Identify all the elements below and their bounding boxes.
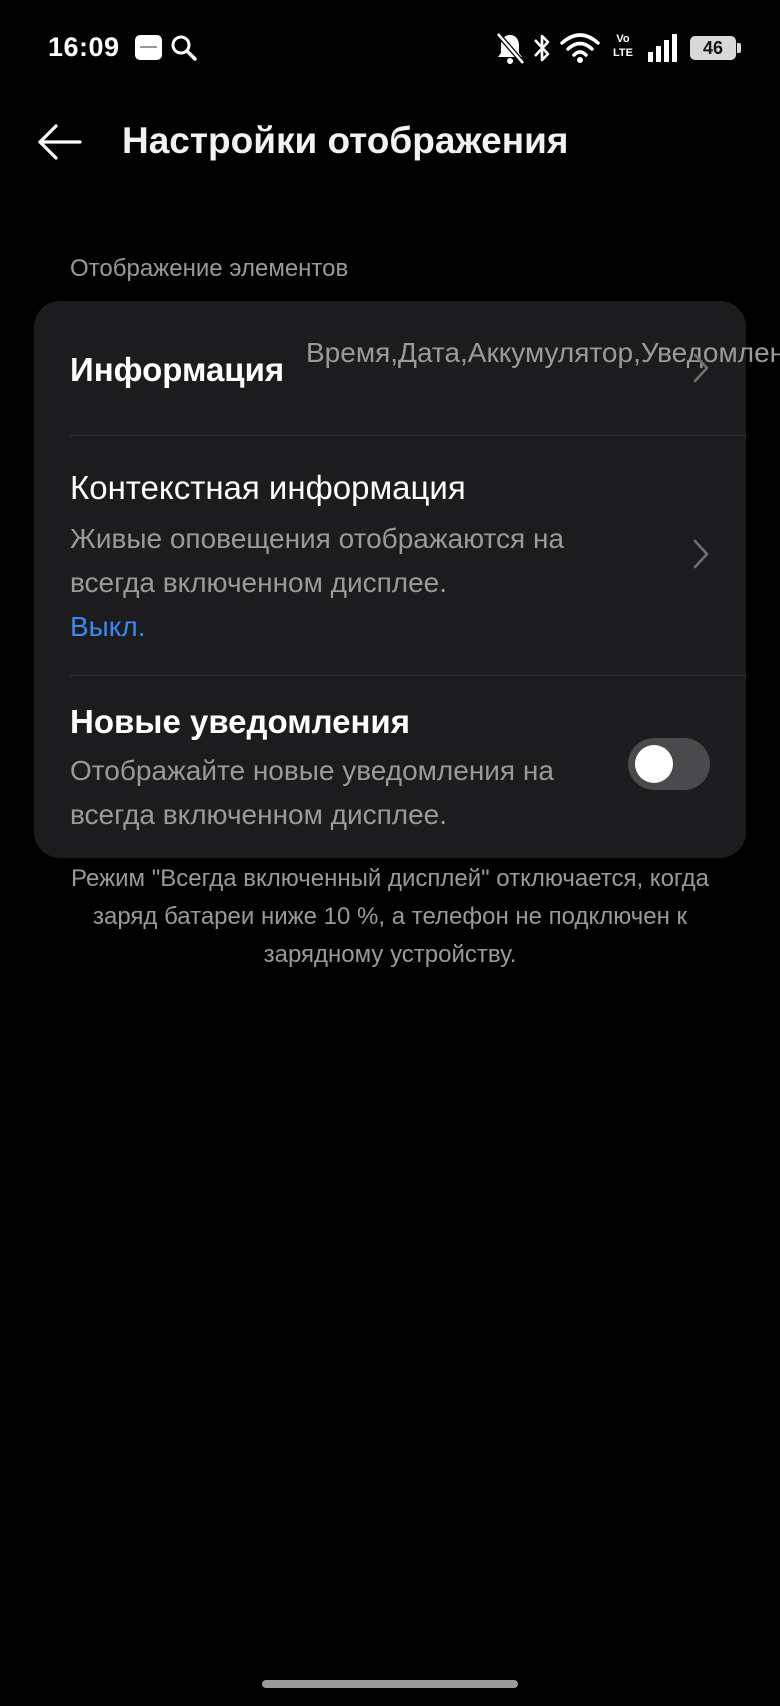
context-info-description: Живые оповещения отображаются на всегда … — [70, 523, 565, 598]
signal-strength-icon — [648, 34, 677, 62]
settings-card: Информация Время,Дата,Аккумулятор,Уведом… — [34, 301, 780, 858]
battery-footnote: Режим "Всегда включенный дисплей" отключ… — [71, 865, 709, 968]
info-value: Время,Дата,Аккумулятор,Уведомления — [306, 337, 780, 368]
chevron-right-icon — [693, 353, 709, 383]
new-notifications-title: Новые уведомления — [70, 703, 410, 740]
new-notifications-toggle[interactable] — [628, 738, 710, 790]
bell-muted-icon — [496, 32, 525, 65]
info-row[interactable]: Информация Время,Дата,Аккумулятор,Уведом… — [34, 301, 780, 435]
volte-indicator: Vo LTE — [608, 32, 638, 60]
chevron-right-icon — [693, 539, 709, 569]
back-button[interactable] — [28, 112, 92, 172]
battery-level: 46 — [702, 38, 724, 58]
page-title: Настройки отображения — [122, 120, 569, 161]
wifi-icon — [560, 33, 600, 63]
home-indicator[interactable] — [262, 1680, 518, 1688]
new-notifications-description: Отображайте новые уведомления на всегда … — [70, 755, 554, 830]
battery-icon: 46 — [690, 36, 741, 60]
section-label: Отображение элементов — [70, 255, 349, 282]
app-notification-icon — [135, 35, 162, 60]
screen: 16:09 Vo LTE 46 Настройки отображения От… — [0, 0, 780, 1706]
context-info-status: Выкл. — [70, 611, 146, 642]
arrow-left-icon — [38, 124, 82, 160]
search-icon — [171, 35, 197, 61]
status-bar: 16:09 Vo LTE 46 — [0, 0, 780, 96]
bluetooth-icon — [534, 34, 550, 62]
context-info-row[interactable]: Контекстная информация Живые оповещения … — [34, 435, 746, 675]
toggle-knob — [635, 745, 673, 783]
info-title: Информация — [70, 351, 285, 388]
context-info-title: Контекстная информация — [70, 469, 466, 506]
status-time: 16:09 — [48, 32, 120, 62]
volte-label: Vo LTE — [613, 33, 633, 59]
new-notifications-row: Новые уведомления Отображайте новые увед… — [34, 675, 746, 858]
